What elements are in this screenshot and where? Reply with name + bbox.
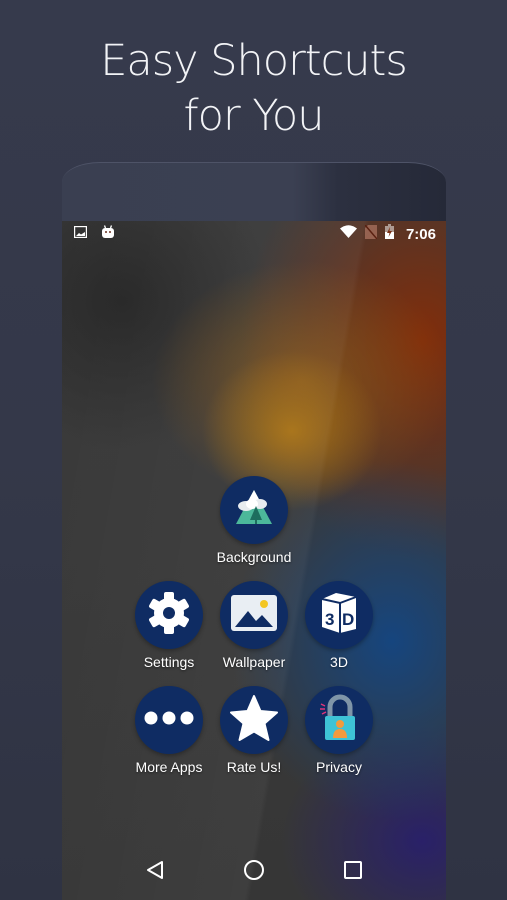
shortcut-label: Background [216, 549, 292, 565]
shortcut-3d[interactable]: 3D 3D [294, 581, 384, 670]
svg-text:D: D [342, 610, 354, 629]
star-icon [229, 694, 279, 747]
shortcut-background[interactable]: Background [209, 476, 299, 565]
status-bar: 7:06 [62, 221, 446, 247]
image-notification-icon [73, 225, 88, 243]
shortcut-label: Settings [143, 654, 195, 670]
back-triangle-icon [146, 860, 164, 885]
wifi-icon [339, 225, 357, 243]
shortcut-label: Rate Us! [226, 759, 282, 775]
clock: 7:06 [405, 225, 436, 243]
phone-screen: 7:06 Background Settings Wallpaper 3 D 3… [62, 221, 446, 900]
shortcut-more-apps[interactable]: More Apps [124, 686, 214, 775]
shortcut-rate-us[interactable]: Rate Us! [209, 686, 299, 775]
more-dots-icon [144, 711, 194, 730]
gear-icon [146, 590, 192, 641]
shortcut-label: More Apps [135, 759, 203, 775]
back-button[interactable] [140, 857, 170, 887]
shortcut-label: 3D [330, 654, 348, 670]
svg-text:3: 3 [325, 610, 334, 629]
headline-line-1: Easy Shortcuts [100, 36, 408, 86]
shortcut-settings[interactable]: Settings [124, 581, 214, 670]
recents-square-icon [343, 860, 363, 885]
navigation-bar [62, 844, 446, 900]
phone-frame-top [62, 162, 446, 228]
picture-icon [230, 594, 278, 637]
shortcut-label: Wallpaper [222, 654, 286, 670]
shortcut-privacy[interactable]: Privacy [294, 686, 384, 775]
android-notification-icon [101, 225, 115, 243]
home-circle-icon [243, 859, 265, 886]
shortcut-wallpaper[interactable]: Wallpaper [209, 581, 299, 670]
padlock-icon [317, 694, 361, 747]
mountain-icon [232, 486, 276, 535]
recents-button[interactable] [338, 857, 368, 887]
battery-charging-icon [384, 224, 394, 244]
headline-line-2: for You [183, 91, 325, 141]
3d-cube-icon: 3D [318, 591, 360, 640]
no-sim-icon [364, 224, 378, 244]
shortcut-label: Privacy [316, 759, 362, 775]
home-button[interactable] [239, 857, 269, 887]
